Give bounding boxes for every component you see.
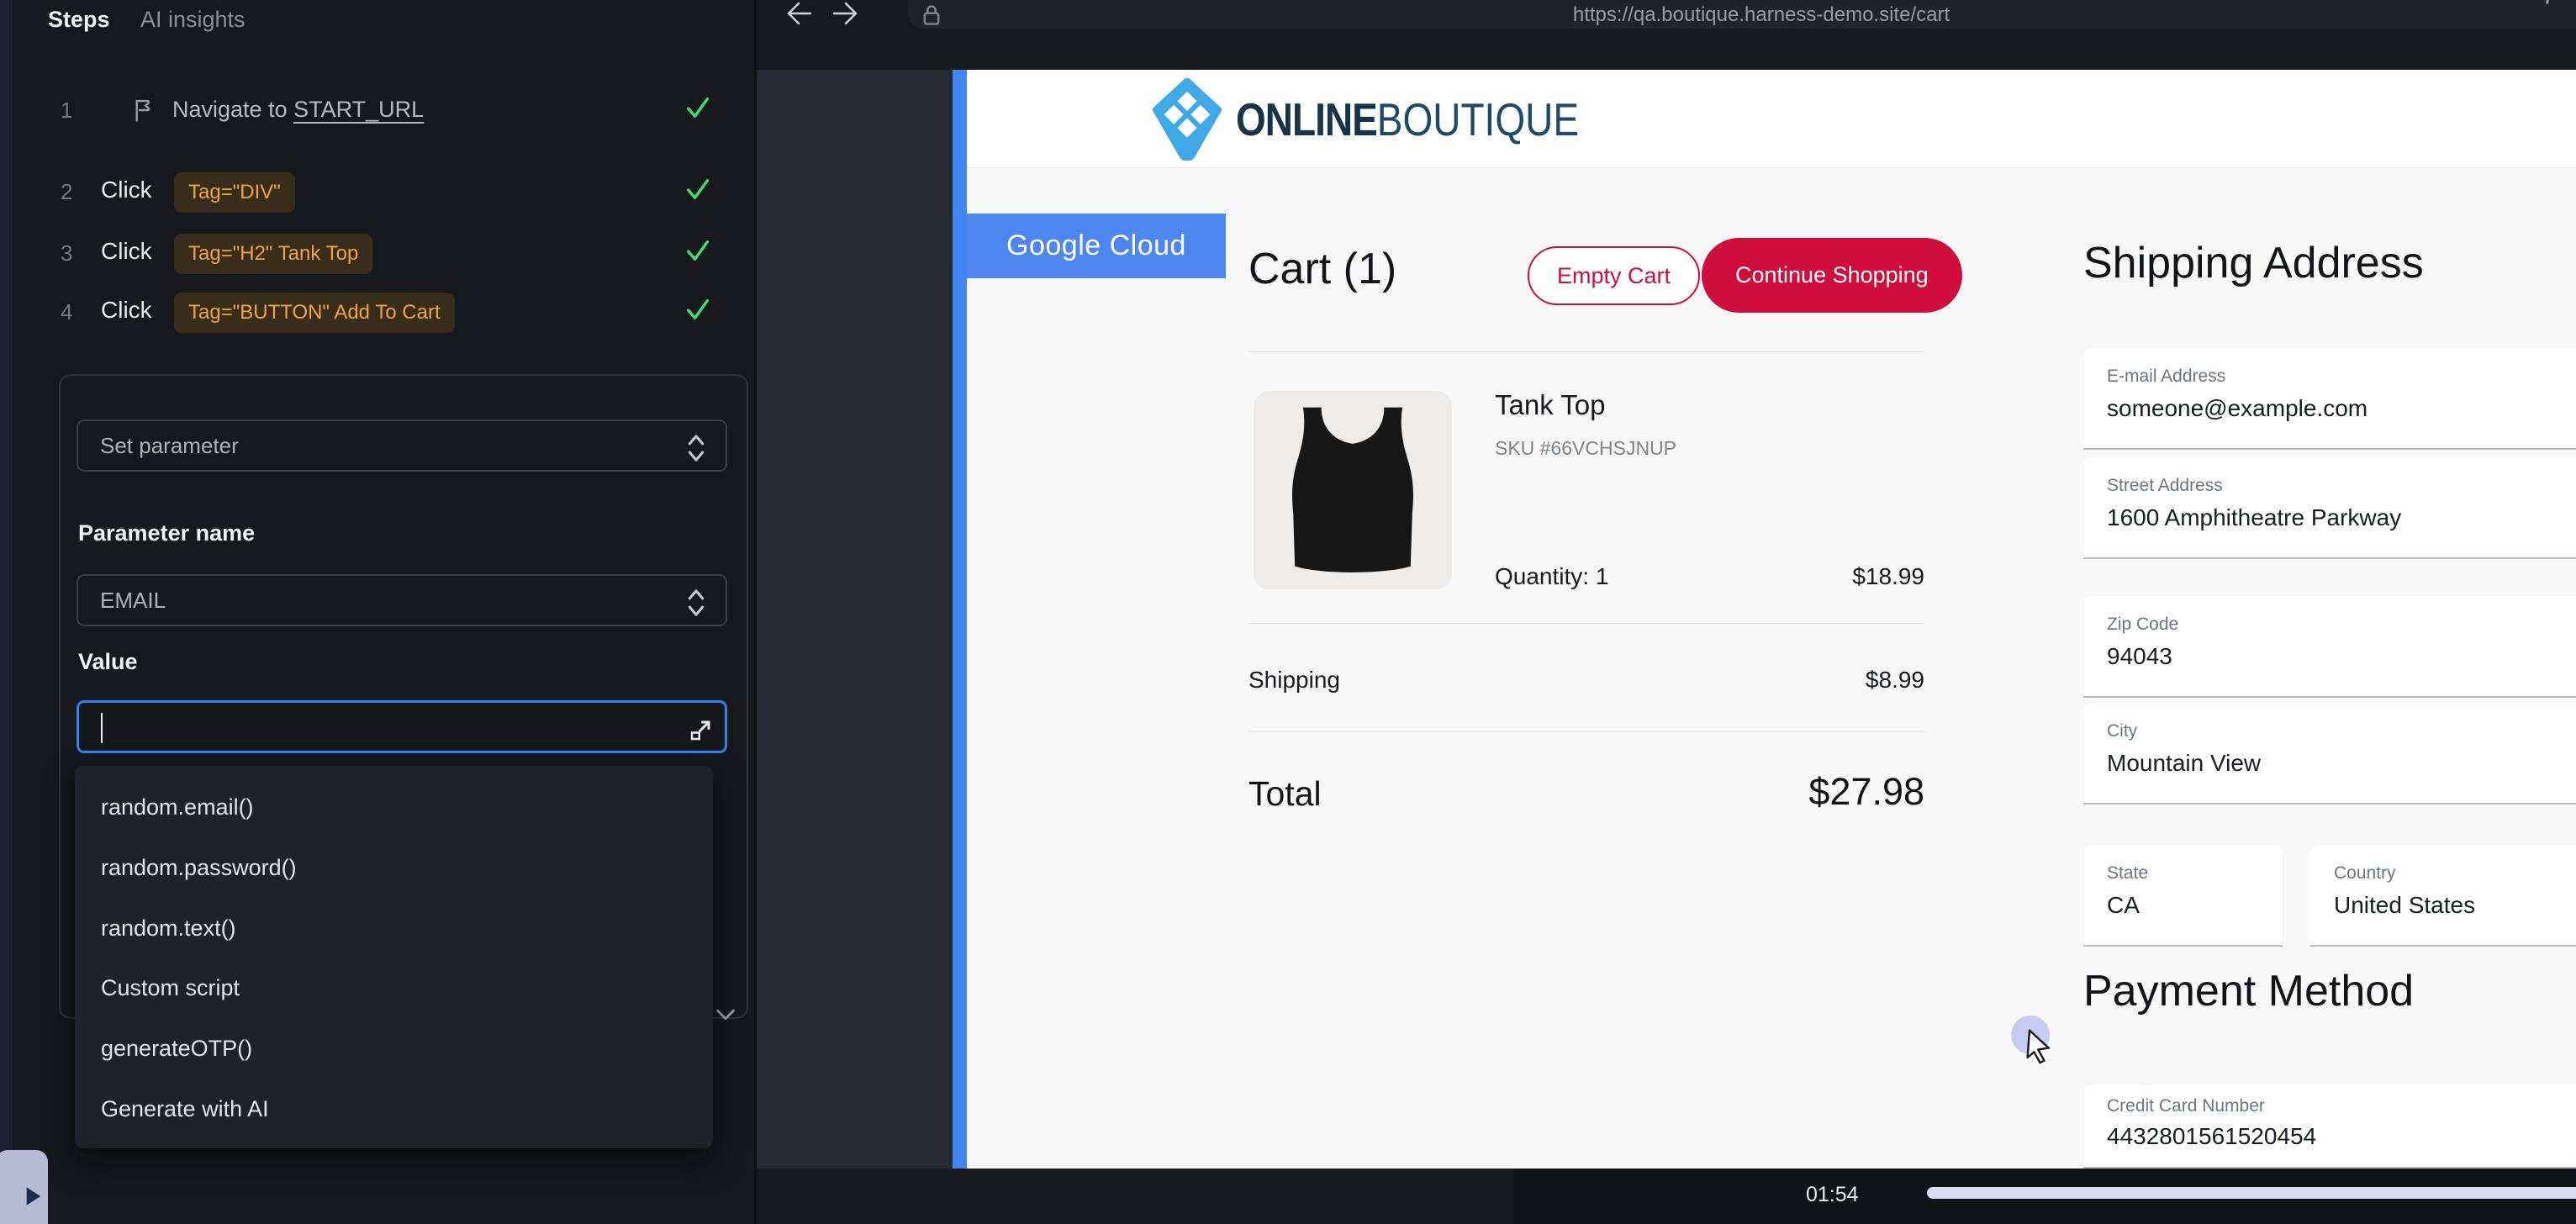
product-image [1254,391,1452,589]
forward-icon[interactable] [829,0,864,32]
step-label: Click [101,297,152,324]
step-label: Navigate to START_URL [172,97,424,123]
online-boutique-logo[interactable]: ONLINEBOUTIQUE [1150,78,1579,161]
divider [1248,351,1924,352]
play-icon [24,1185,43,1207]
product-name[interactable]: Tank Top [1495,389,1605,421]
locator-badge: Tag="DIV" [174,172,295,213]
country-field[interactable]: Country United States [2310,845,2576,947]
suggestion-generate-otp[interactable]: generateOTP() [101,1036,252,1069]
product-quantity: Quantity: 1 [1495,563,1608,590]
zip-code-field[interactable]: Zip Code 94043 [2083,596,2576,698]
cart-title: Cart (1) [1248,244,1396,294]
text-caret [101,713,103,743]
app-root: Steps AI insights 1 Navigate to START_UR… [0,0,2576,1224]
credit-card-number-field[interactable]: Credit Card Number 4432801561520454 [2083,1084,2576,1169]
value-suggestions-dropdown: random.email() random.password() random.… [75,766,713,1148]
shipping-value: $8.99 [1756,667,1924,694]
check-icon [684,176,712,203]
total-label: Total [1248,774,1322,814]
city-field[interactable]: City Mountain View [2083,703,2576,805]
flag-icon [130,96,156,124]
continue-shopping-button[interactable]: Continue Shopping [1702,238,1962,313]
step-number: 1 [61,98,72,124]
locator-badge: Tag="BUTTON" Add To Cart [174,293,455,333]
mouse-cursor [2011,1016,2087,1091]
recorder-panel: Steps AI insights 1 Navigate to START_UR… [13,0,754,1224]
locator-badge: Tag="H2" Tank Top [174,234,372,274]
video-control-bar: 01:54 [1513,1169,2576,1224]
expand-icon[interactable] [688,718,713,743]
step-row-1[interactable]: 1 Navigate to START_URL [46,91,736,131]
parameter-name-select[interactable]: EMAIL [77,574,727,626]
step-row-3[interactable]: 3 Click Tag="H2" Tank Top [46,234,736,274]
suggestion-custom-script[interactable]: Custom script [101,975,240,1009]
street-address-field[interactable]: Street Address 1600 Amphitheatre Parkway [2083,457,2576,559]
viewport-margin [757,70,953,1169]
video-timestamp: 01:54 [1806,1183,1859,1207]
product-sku: SKU #66VCHSJNUP [1495,437,1676,460]
value-label: Value [78,649,138,675]
online-boutique-page: ONLINEBOUTIQUE $ USD Google Cloud Cart (… [967,70,2576,1169]
step-row-2[interactable]: 2 Click Tag="DIV" [46,172,736,213]
shipping-label: Shipping [1248,667,1340,694]
step-number: 2 [61,179,72,205]
logo-wordmark: ONLINEBOUTIQUE [1236,92,1579,146]
google-cloud-ribbon: Google Cloud [967,214,1226,278]
tab-steps[interactable]: Steps [48,7,110,33]
browser-viewport: ONLINEBOUTIQUE $ USD Google Cloud Cart (… [757,70,2576,1169]
step-number: 3 [61,240,72,266]
url-bar[interactable]: https://qa.boutique.harness-demo.site/ca… [908,0,2576,29]
email-field[interactable]: E-mail Address someone@example.com [2083,348,2576,450]
action-select[interactable]: Set parameter [77,419,727,472]
value-input[interactable] [77,700,727,753]
diamond-logo-icon [1150,78,1224,161]
suggestion-random-email[interactable]: random.email() [101,794,254,828]
step-label: Click [101,238,152,265]
chevron-updown-icon [685,588,707,618]
back-icon[interactable] [780,0,816,32]
divider [1248,623,1924,624]
chevron-down-icon[interactable] [715,1006,736,1023]
check-icon [684,237,712,264]
divider [1248,731,1924,732]
blue-accent-strip [953,70,967,1169]
site-header: ONLINEBOUTIQUE $ USD [967,70,2576,168]
left-edge-strip [0,0,13,1224]
chevron-updown-icon [685,433,707,463]
browser-panel: https://qa.boutique.harness-demo.site/ca… [757,0,2576,1224]
suggestion-generate-with-ai[interactable]: Generate with AI [101,1096,269,1130]
check-icon [684,296,712,323]
play-button[interactable] [0,1150,48,1224]
start-url-link[interactable]: START_URL [293,97,424,122]
step-label: Click [101,177,152,203]
suggestion-random-password[interactable]: random.password() [101,855,297,889]
suggestion-random-text[interactable]: random.text() [101,915,236,949]
payment-method-title: Payment Method [2083,966,2414,1016]
tank-top-illustration [1254,391,1452,589]
total-value: $27.98 [1672,770,1924,814]
parameter-name-label: Parameter name [78,520,255,546]
step-row-4[interactable]: 4 Click Tag="BUTTON" Add To Cart [46,293,736,333]
lock-icon [921,3,942,27]
state-field[interactable]: State CA [2083,845,2283,947]
url-text: https://qa.boutique.harness-demo.site/ca… [908,3,2576,27]
product-price: $18.99 [1756,563,1924,590]
video-progress-bar[interactable] [1927,1187,2576,1199]
empty-cart-button[interactable]: Empty Cart [1528,246,1700,305]
step-number: 4 [61,299,72,325]
check-icon [684,94,712,121]
shipping-address-title: Shipping Address [2083,238,2424,288]
tab-ai-insights[interactable]: AI insights [140,7,245,33]
